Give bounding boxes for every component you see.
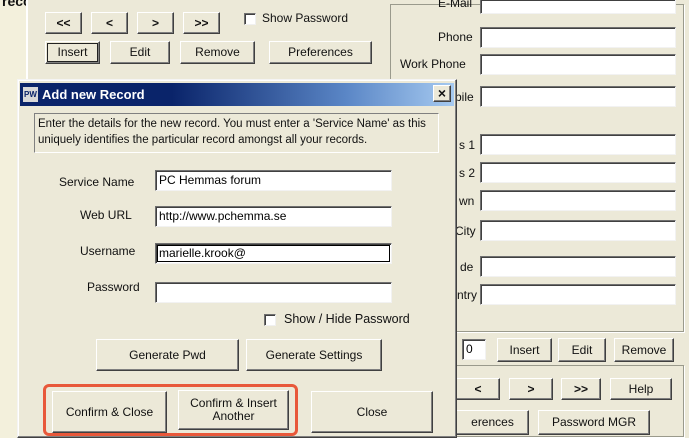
email-field[interactable]	[480, 0, 676, 14]
close-icon[interactable]: ×	[433, 85, 451, 102]
remove-button[interactable]: Remove	[180, 41, 255, 64]
first-record-button[interactable]: <<	[45, 12, 82, 34]
work-phone-field[interactable]	[480, 54, 676, 75]
right-remove-button[interactable]: Remove	[614, 338, 674, 362]
username-field[interactable]: marielle.krook@	[155, 243, 392, 264]
right-preferences-button[interactable]: erences	[456, 410, 529, 435]
next-record-button[interactable]: >	[137, 12, 174, 34]
web-url-label: Web URL	[80, 208, 132, 222]
country-field[interactable]	[480, 284, 676, 305]
service-name-label: Service Name	[59, 175, 135, 189]
city-label: City	[455, 224, 476, 238]
instructions-text: Enter the details for the new record. Yo…	[38, 118, 426, 146]
insert-button[interactable]: Insert	[45, 41, 100, 64]
username-label: Username	[80, 244, 136, 258]
last-record-button[interactable]: >>	[183, 12, 220, 34]
phone-label: Phone	[438, 30, 473, 44]
close-button[interactable]: Close	[311, 391, 433, 433]
show-password-checkbox[interactable]	[244, 13, 256, 25]
confirm-insert-another-button[interactable]: Confirm & Insert Another	[178, 390, 289, 430]
address1-label: s 1	[459, 138, 476, 152]
work-phone-label: Work Phone	[400, 57, 466, 71]
postcode-field[interactable]	[480, 256, 676, 277]
right-previous-button[interactable]: <	[456, 378, 500, 400]
service-name-field[interactable]: PC Hemmas forum	[155, 170, 392, 191]
town-label: wn	[459, 194, 475, 208]
password-mgr-button[interactable]: Password MGR	[538, 410, 650, 435]
right-edit-button[interactable]: Edit	[558, 338, 606, 362]
confirm-close-button[interactable]: Confirm & Close	[52, 391, 167, 433]
preferences-button[interactable]: Preferences	[269, 41, 372, 64]
password-label: Password	[87, 280, 140, 294]
postcode-label: de	[460, 260, 474, 274]
generate-settings-button[interactable]: Generate Settings	[246, 339, 382, 371]
mobile-label: bile	[455, 90, 474, 104]
mobile-field[interactable]	[480, 86, 676, 107]
city-field[interactable]	[480, 220, 676, 241]
right-next-button[interactable]: >	[509, 378, 553, 400]
edit-button[interactable]: Edit	[110, 41, 170, 64]
address2-field[interactable]	[480, 162, 676, 183]
address1-field[interactable]	[480, 134, 676, 155]
show-password-label: Show Password	[262, 11, 349, 25]
phone-field[interactable]	[480, 27, 676, 48]
dialog-title: Add new Record	[42, 87, 145, 102]
web-url-field[interactable]: http://www.pchemma.se	[155, 206, 392, 227]
help-button[interactable]: Help	[610, 378, 672, 400]
app-icon: PW	[23, 87, 38, 102]
right-last-button[interactable]: >>	[561, 378, 601, 400]
right-insert-button[interactable]: Insert	[497, 338, 552, 362]
password-field[interactable]	[155, 282, 392, 303]
generate-pwd-button[interactable]: Generate Pwd	[96, 339, 239, 371]
previous-record-button[interactable]: <	[91, 12, 128, 34]
email-label: E-Mail	[438, 0, 473, 10]
show-hide-password-checkbox[interactable]	[264, 314, 276, 326]
country-label: ntry	[457, 288, 478, 302]
address2-label: s 2	[459, 166, 476, 180]
show-hide-password-label: Show / Hide Password	[284, 312, 410, 326]
record-index-field[interactable]: 0	[462, 339, 486, 360]
town-field[interactable]	[480, 190, 676, 211]
